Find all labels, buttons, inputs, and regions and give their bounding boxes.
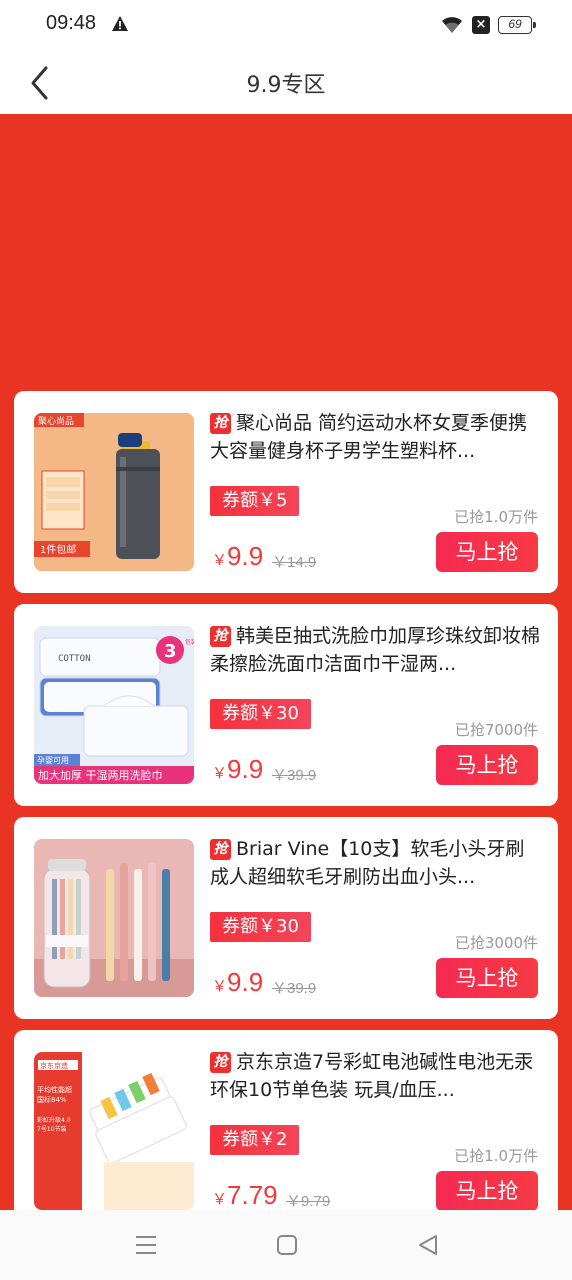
currency-symbol: ￥ [212, 551, 228, 569]
thumb-brand-text: 京东京造 [40, 1061, 68, 1070]
thumb-l4: 7号10节装 [37, 1125, 66, 1133]
promo-banner [0, 114, 572, 390]
price: ￥9.9 [212, 967, 263, 998]
qiang-tag-icon: 抢 [210, 1052, 231, 1073]
status-bar: 09:48 × 69 [0, 0, 572, 52]
battery-icon: 69 [498, 16, 536, 34]
thumb-pack-text: COTTON [58, 654, 91, 664]
product-title-text: 京东京造7号彩虹电池碱性电池无汞环保10节单色装 玩具/血压... [210, 1051, 534, 1101]
price-value: 7.79 [227, 1180, 278, 1210]
product-card[interactable]: COTTON 3 包装 孕婴可用 加大加厚 干湿两用洗脸巾 抢韩美臣抽式洗脸巾加… [14, 604, 558, 806]
product-card[interactable]: 京东京造 平均性能超 国标84% 彩虹升级4.0 7号10节装 抢京东京造7号彩… [14, 1030, 558, 1232]
thumb-l1: 平均性能超 [37, 1085, 72, 1094]
price-value: 9.9 [227, 967, 264, 997]
sold-count: 已抢1.0万件 [454, 1147, 538, 1165]
original-price: ￥39.9 [272, 767, 317, 784]
thumb-brand-text: 聚心尚品 [38, 415, 74, 427]
product-image: 京东京造 平均性能超 国标84% 彩虹升级4.0 7号10节装 [34, 1052, 194, 1210]
price-value: 9.9 [227, 541, 264, 571]
no-sim-icon: × [472, 16, 490, 34]
thumb-count-text: 3 [164, 641, 177, 662]
page-title: 9.9专区 [246, 73, 326, 98]
product-card[interactable]: 抢 Briar Vine【10支】软毛小头牙刷成人超细软毛牙刷防出血小头... 券… [14, 817, 558, 1019]
price: ￥9.9 [212, 541, 263, 572]
currency-symbol: ￥ [212, 977, 228, 995]
product-title[interactable]: 抢 Briar Vine【10支】软毛小头牙刷成人超细软毛牙刷防出血小头... [210, 835, 542, 891]
product-title[interactable]: 抢京东京造7号彩虹电池碱性电池无汞环保10节单色装 玩具/血压... [210, 1048, 542, 1104]
menu-icon[interactable] [132, 1232, 160, 1258]
original-price: ￥14.9 [272, 554, 317, 571]
currency-symbol: ￥ [212, 764, 228, 782]
price-value: 9.9 [227, 754, 264, 784]
buy-now-button[interactable]: 马上抢 [436, 1171, 538, 1211]
qiang-tag-icon: 抢 [210, 839, 231, 860]
coupon-badge: 券额￥30 [210, 912, 311, 942]
buy-now-button[interactable]: 马上抢 [436, 532, 538, 572]
buy-now-button[interactable]: 马上抢 [436, 958, 538, 998]
thumb-baby-text: 孕婴可用 [37, 756, 69, 765]
warning-icon [112, 16, 128, 31]
original-price: ￥9.79 [286, 1193, 331, 1210]
sold-count: 已抢7000件 [454, 721, 538, 739]
coupon-badge: 券额￥2 [210, 1125, 300, 1155]
thumb-l3: 彩虹升级4.0 [37, 1116, 71, 1124]
product-image [34, 839, 194, 997]
wifi-icon [442, 17, 462, 33]
product-image: COTTON 3 包装 孕婴可用 加大加厚 干湿两用洗脸巾 [34, 626, 194, 784]
system-nav-bar [0, 1210, 572, 1280]
product-card[interactable]: 聚心尚品 1件包邮 抢聚心尚品 简约运动水杯女夏季便携大容量健身杯子男学生塑料杯… [14, 391, 558, 593]
product-title[interactable]: 抢韩美臣抽式洗脸巾加厚珍珠纹卸妆棉柔擦脸洗面巾洁面巾干湿两... [210, 622, 542, 678]
status-time: 09:48 [46, 12, 97, 34]
buy-now-button[interactable]: 马上抢 [436, 745, 538, 785]
price: ￥7.79 [212, 1180, 278, 1211]
thumb-banner-text: 加大加厚 干湿两用洗脸巾 [38, 768, 163, 782]
qiang-tag-icon: 抢 [210, 413, 231, 434]
thumb-l2: 国标84% [37, 1095, 67, 1104]
thumb-badge-text: 1件包邮 [40, 543, 76, 556]
thumb-count-unit: 包装 [185, 638, 194, 646]
original-price: ￥39.9 [272, 980, 317, 997]
coupon-badge: 券额￥5 [210, 486, 300, 516]
sold-count: 已抢1.0万件 [454, 508, 538, 526]
product-title-text: Briar Vine【10支】软毛小头牙刷成人超细软毛牙刷防出血小头... [210, 838, 525, 888]
product-image: 聚心尚品 1件包邮 [34, 413, 194, 571]
qiang-tag-icon: 抢 [210, 626, 231, 647]
product-title[interactable]: 抢聚心尚品 简约运动水杯女夏季便携大容量健身杯子男学生塑料杯... [210, 409, 542, 465]
back-triangle-icon[interactable] [414, 1232, 442, 1258]
sold-count: 已抢3000件 [454, 934, 538, 952]
coupon-badge: 券额￥30 [210, 699, 311, 729]
nav-bar: 9.9专区 [0, 52, 572, 114]
currency-symbol: ￥ [212, 1190, 228, 1208]
price: ￥9.9 [212, 754, 263, 785]
product-title-text: 韩美臣抽式洗脸巾加厚珍珠纹卸妆棉柔擦脸洗面巾洁面巾干湿两... [210, 625, 541, 675]
home-icon[interactable] [273, 1232, 301, 1258]
product-title-text: 聚心尚品 简约运动水杯女夏季便携大容量健身杯子男学生塑料杯... [210, 412, 528, 462]
